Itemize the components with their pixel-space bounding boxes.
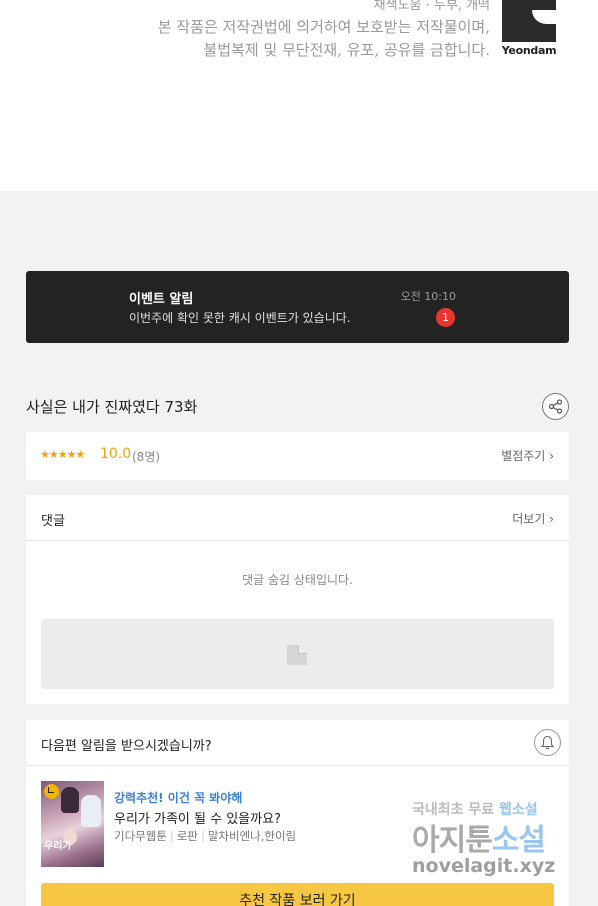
comments-label: 댓글	[41, 514, 65, 529]
comments-more-button[interactable]: 더보기 ›	[512, 510, 554, 527]
next-episode-header: 다음편 알림을 받으시겠습니까?	[26, 720, 569, 766]
chevron-right-icon: ›	[549, 449, 554, 463]
notify-toggle-button[interactable]	[534, 729, 561, 756]
rating-participants: (8명)	[132, 450, 161, 464]
recommended-title[interactable]: 우리가 강력추천! 이건 꼭 봐야해 우리가 가족이 될 수 있을까요? 기다무…	[41, 781, 554, 867]
bell-icon	[540, 735, 555, 750]
event-time: 오전 10:10	[400, 290, 456, 303]
copyright-line-2: 불법복제 및 무단전재, 유포, 공유를 금합니다.	[203, 41, 490, 59]
publisher-logo-mark	[502, 0, 556, 42]
cover-title-text: 우리가	[44, 841, 72, 852]
recommend-authors: 말차비엔나,한이림	[207, 829, 297, 843]
recommend-tag: 강력추천! 이건 꼭 봐야해	[114, 791, 243, 805]
copyright-line-1: 본 작품은 저작권법에 의거하여 보호받는 저작물이며,	[157, 18, 490, 36]
next-episode-section: 다음편 알림을 받으시겠습니까? 우리가 강력추천! 이건 꼭 봐야해 우리가 …	[26, 720, 569, 906]
image-placeholder-icon	[287, 645, 307, 665]
episode-end-copyright-area: 채색도움 · 두부, 개떡 본 작품은 저작권법에 의거하여 보호받는 저작물이…	[0, 0, 598, 191]
share-button[interactable]	[542, 393, 569, 420]
rating-card: ★★★★★ 10.0 (8명) 별점주기 ›	[26, 432, 569, 480]
publisher-logo: Yeondam	[500, 0, 558, 60]
comments-more-label: 더보기	[512, 512, 546, 526]
recommend-genre-1: 기다무웹툰	[114, 829, 167, 843]
next-episode-prompt: 다음편 알림을 받으시겠습니까?	[41, 739, 212, 754]
share-icon	[548, 399, 563, 414]
credits-text: 채색도움 · 두부, 개떡	[373, 0, 490, 13]
comments-hidden-notice: 댓글 숨김 상태입니다.	[242, 573, 353, 587]
view-recommendations-button[interactable]: 추천 작품 보러 가기	[41, 883, 554, 906]
event-notification-banner[interactable]: 이벤트 알림 이번주에 확인 못한 캐시 이벤트가 있습니다. 오전 10:10…	[26, 271, 569, 343]
ad-placeholder[interactable]	[41, 619, 554, 689]
recommend-genre-2: 로판	[176, 829, 198, 843]
event-description: 이번주에 확인 못한 캐시 이벤트가 있습니다.	[129, 311, 351, 325]
episode-title: 사실은 내가 진짜였다 73화	[26, 398, 198, 416]
recommend-title: 우리가 가족이 될 수 있을까요?	[114, 812, 281, 827]
rate-button-label: 별점주기	[501, 449, 546, 463]
rating-stars: ★★★★★	[40, 448, 85, 461]
comments-header: 댓글 더보기 ›	[26, 495, 569, 541]
publisher-logo-text: Yeondam	[501, 44, 557, 57]
wait-free-clock-icon	[44, 784, 59, 799]
event-title: 이벤트 알림	[129, 292, 194, 307]
rating-score: 10.0	[100, 446, 132, 462]
rate-button[interactable]: 별점주기 ›	[501, 447, 554, 464]
copyright-notice: 채색도움 · 두부, 개떡 본 작품은 저작권법에 의거하여 보호받는 저작물이…	[158, 0, 490, 62]
chevron-right-icon: ›	[549, 512, 554, 526]
event-count-badge: 1	[436, 308, 455, 327]
recommend-meta: 기다무웹툰 | 로판 | 말차비엔나,한이림	[114, 829, 297, 843]
comments-section: 댓글 더보기 › 댓글 숨김 상태입니다.	[26, 495, 569, 704]
